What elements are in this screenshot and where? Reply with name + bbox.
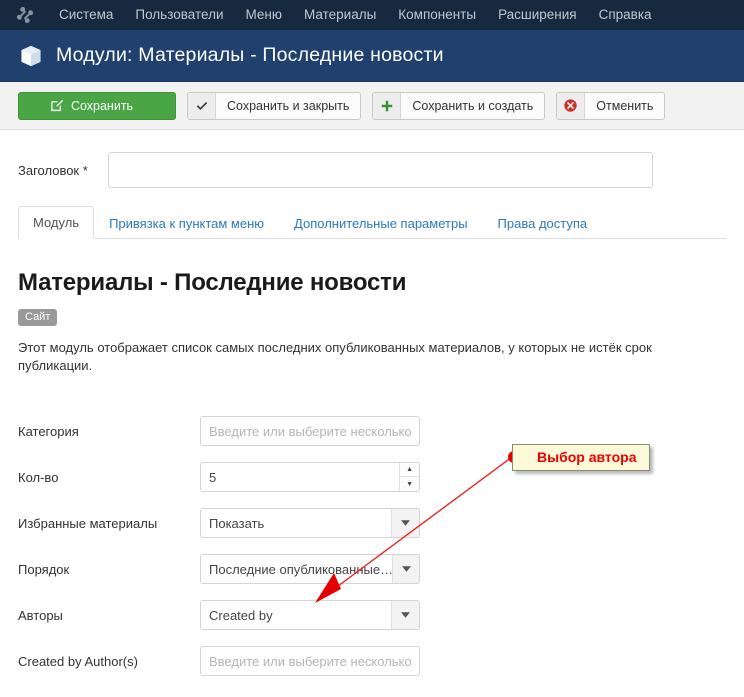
cancel-button-label: Отменить — [596, 98, 654, 113]
annotation-callout-text: Выбор автора — [537, 449, 637, 465]
count-stepper[interactable]: ▲ ▼ — [200, 462, 420, 492]
field-control-order: Последние опубликованные… — [200, 554, 420, 584]
topbar-item-extensions[interactable]: Расширения — [487, 0, 588, 30]
count-input[interactable] — [201, 463, 400, 491]
order-select-value: Последние опубликованные… — [209, 561, 393, 577]
tab-menu-assignment[interactable]: Привязка к пунктам меню — [94, 207, 279, 239]
topbar-item-components[interactable]: Компоненты — [387, 0, 487, 30]
editor-tabs: Модуль Привязка к пунктам меню Дополните… — [18, 206, 726, 239]
save-and-close-button[interactable]: Сохранить и закрыть — [187, 91, 362, 120]
spinner-up-icon[interactable]: ▲ — [400, 463, 419, 477]
page-title: Модули: Материалы - Последние новости — [56, 44, 444, 66]
authors-select[interactable]: Created by — [200, 600, 420, 630]
joomla-logo-icon[interactable] — [14, 4, 36, 26]
editor-toolbar: Сохранить Сохранить и закрыть Сохранить … — [0, 82, 744, 130]
field-label-order: Порядок — [18, 561, 70, 577]
save-and-new-label: Сохранить и создать — [412, 98, 534, 113]
field-control-featured: Показать — [200, 508, 420, 538]
module-description: Этот модуль отображает список самых посл… — [18, 340, 652, 373]
topbar-item-menus[interactable]: Меню — [235, 0, 294, 30]
plus-icon — [373, 92, 402, 119]
order-select[interactable]: Последние опубликованные… — [200, 554, 420, 584]
field-label-created-by-authors: Created by Author(s) — [18, 653, 138, 669]
cancel-circle-icon — [557, 92, 586, 119]
chevron-down-icon[interactable] — [391, 601, 419, 629]
tab-advanced[interactable]: Дополнительные параметры — [279, 207, 483, 239]
featured-select-value: Показать — [209, 515, 265, 531]
topbar-item-users[interactable]: Пользователи — [124, 0, 234, 30]
main-content: Заголовок * Модуль Привязка к пунктам ме… — [0, 152, 744, 684]
check-icon — [188, 92, 216, 119]
cancel-button[interactable]: Отменить — [556, 91, 666, 120]
field-control-category — [200, 416, 420, 446]
chevron-down-icon[interactable] — [391, 509, 419, 537]
page-header: Модули: Материалы - Последние новости — [0, 30, 744, 82]
save-and-close-label: Сохранить и закрыть — [227, 98, 350, 113]
field-row-created-by-authors: Created by Author(s) — [18, 638, 726, 684]
save-button[interactable]: Сохранить — [18, 91, 176, 120]
field-row-order: Порядок Последние опубликованные… — [18, 546, 726, 592]
authors-select-value: Created by — [209, 607, 273, 623]
field-label-authors: Авторы — [18, 607, 63, 623]
field-label-count: Кол-во — [18, 469, 59, 485]
topbar-item-system[interactable]: Система — [48, 0, 124, 30]
title-field-label: Заголовок * — [18, 162, 88, 178]
annotation-callout: Выбор автора — [512, 444, 651, 471]
featured-select[interactable]: Показать — [200, 508, 420, 538]
field-control-created-by-authors — [200, 646, 420, 676]
title-field-row: Заголовок * — [18, 152, 726, 188]
title-input[interactable] — [108, 152, 653, 188]
save-and-new-button[interactable]: Сохранить и создать — [372, 91, 546, 120]
cube-box-icon — [18, 43, 44, 69]
chevron-down-icon[interactable] — [392, 555, 419, 583]
field-label-category: Категория — [18, 423, 79, 439]
created-by-authors-input[interactable] — [200, 646, 420, 676]
field-control-count: ▲ ▼ — [200, 462, 420, 492]
field-control-authors: Created by — [200, 600, 420, 630]
category-input[interactable] — [200, 416, 420, 446]
pencil-square-icon — [50, 99, 64, 113]
count-spinner[interactable]: ▲ ▼ — [399, 463, 419, 491]
field-label-featured: Избранные материалы — [18, 515, 158, 531]
module-heading: Материалы - Последние новости — [18, 269, 407, 296]
field-row-authors: Авторы Created by — [18, 592, 726, 638]
topbar-item-content[interactable]: Материалы — [293, 0, 387, 30]
tab-permissions[interactable]: Права доступа — [483, 207, 603, 239]
admin-top-menubar: Система Пользователи Меню Материалы Комп… — [0, 0, 744, 30]
tab-module[interactable]: Модуль — [18, 206, 95, 239]
spinner-down-icon[interactable]: ▼ — [400, 477, 419, 491]
topbar-item-help[interactable]: Справка — [588, 0, 663, 30]
save-button-label: Сохранить — [70, 98, 134, 113]
field-row-featured: Избранные материалы Показать — [18, 500, 726, 546]
status-badge: Сайт — [18, 309, 58, 326]
